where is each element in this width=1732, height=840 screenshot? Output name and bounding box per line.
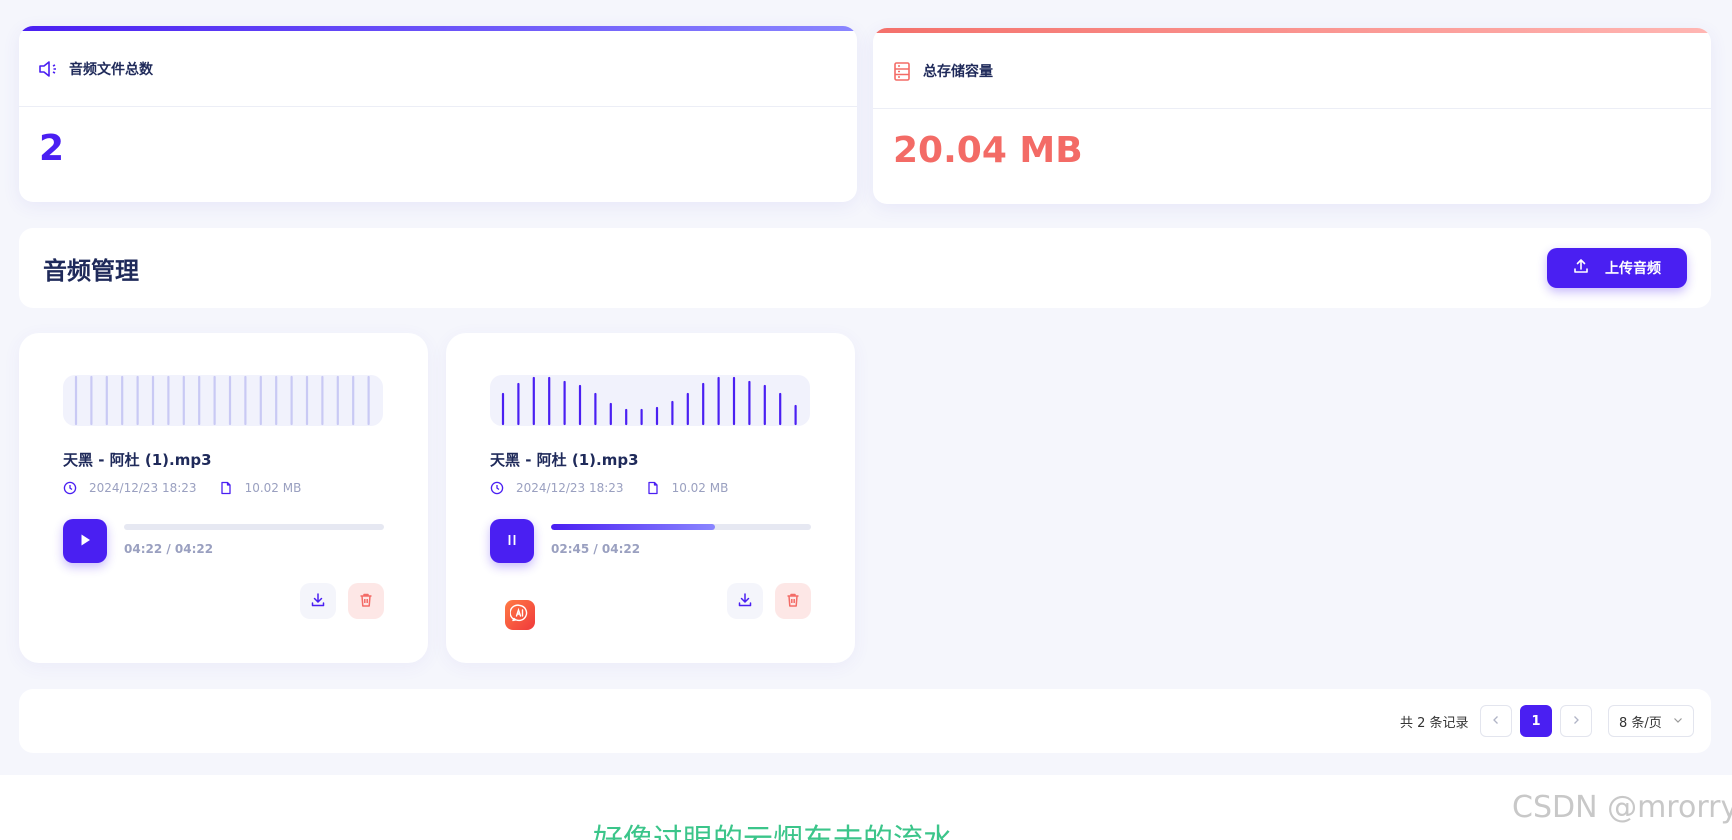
audio-size: 10.02 MB (671, 481, 729, 495)
download-icon (737, 592, 753, 611)
card-header: 总存储容量 (873, 33, 1711, 109)
audio-count-card: 音频文件总数 2 (19, 26, 857, 202)
delete-button[interactable] (348, 583, 384, 619)
download-button[interactable] (727, 583, 763, 619)
storage-label: 总存储容量 (923, 63, 993, 80)
play-icon (78, 533, 92, 550)
audio-card: 天黑 - 阿杜 (1).mp3 2024/12/23 18:23 10.02 M… (19, 333, 428, 663)
ai-icon (509, 603, 530, 627)
audio-meta: 2024/12/23 18:23 10.02 MB (63, 481, 301, 495)
card-header: 音频文件总数 (19, 31, 857, 107)
prev-page-button[interactable] (1480, 705, 1512, 737)
file-icon (646, 481, 660, 495)
audio-management-header: 音频管理 上传音频 (19, 228, 1711, 308)
page-title: 音频管理 (43, 256, 139, 285)
audio-progress-fill (551, 524, 715, 530)
audio-progress-bar[interactable] (124, 524, 384, 530)
lyric-area: 好像过眼的云烟东去的流水 CSDN @mrorry (0, 775, 1732, 840)
pagination-total: 共 2 条记录 (1400, 716, 1469, 731)
audio-size: 10.02 MB (244, 481, 302, 495)
waveform (63, 375, 383, 426)
watermark: CSDN @mrorry (1512, 790, 1732, 825)
audio-file-name: 天黑 - 阿杜 (1).mp3 (63, 451, 212, 469)
chevron-down-icon (1673, 714, 1683, 729)
audio-card: 天黑 - 阿杜 (1).mp3 2024/12/23 18:23 10.02 M… (446, 333, 855, 663)
file-icon (219, 481, 233, 495)
audio-count-value: 2 (39, 128, 65, 169)
download-icon (310, 592, 326, 611)
chevron-left-icon (1491, 714, 1501, 729)
next-page-button[interactable] (1560, 705, 1592, 737)
pagination-bar: 共 2 条记录 1 8 条/页 (19, 689, 1711, 753)
page-size-value: 8 条/页 (1619, 715, 1662, 731)
chevron-right-icon (1571, 714, 1581, 729)
storage-card: 总存储容量 20.04 MB (873, 28, 1711, 204)
download-button[interactable] (300, 583, 336, 619)
ai-assistant-button[interactable] (505, 600, 535, 630)
audio-date: 2024/12/23 18:23 (516, 481, 624, 495)
upload-audio-label: 上传音频 (1605, 261, 1661, 277)
lyric-text: 好像过眼的云烟东去的流水 (593, 815, 953, 840)
audio-count-label: 音频文件总数 (69, 61, 153, 78)
storage-value: 20.04 MB (893, 130, 1083, 171)
page-size-select[interactable]: 8 条/页 (1608, 705, 1694, 737)
clock-icon (63, 481, 77, 495)
trash-icon (785, 592, 801, 611)
audio-file-name: 天黑 - 阿杜 (1).mp3 (490, 451, 639, 469)
page-button-1[interactable]: 1 (1520, 705, 1552, 737)
play-button[interactable] (63, 519, 107, 563)
storage-icon (891, 60, 913, 82)
waveform (490, 375, 810, 426)
upload-audio-button[interactable]: 上传音频 (1547, 248, 1687, 288)
delete-button[interactable] (775, 583, 811, 619)
audio-progress-bar[interactable] (551, 524, 811, 530)
audio-date: 2024/12/23 18:23 (89, 481, 197, 495)
pause-icon (505, 533, 519, 550)
trash-icon (358, 592, 374, 611)
audio-time: 02:45 / 04:22 (551, 542, 641, 556)
audio-meta: 2024/12/23 18:23 10.02 MB (490, 481, 728, 495)
audio-time: 04:22 / 04:22 (124, 542, 214, 556)
speaker-icon (37, 58, 59, 80)
pause-button[interactable] (490, 519, 534, 563)
upload-icon (1573, 258, 1589, 278)
clock-icon (490, 481, 504, 495)
